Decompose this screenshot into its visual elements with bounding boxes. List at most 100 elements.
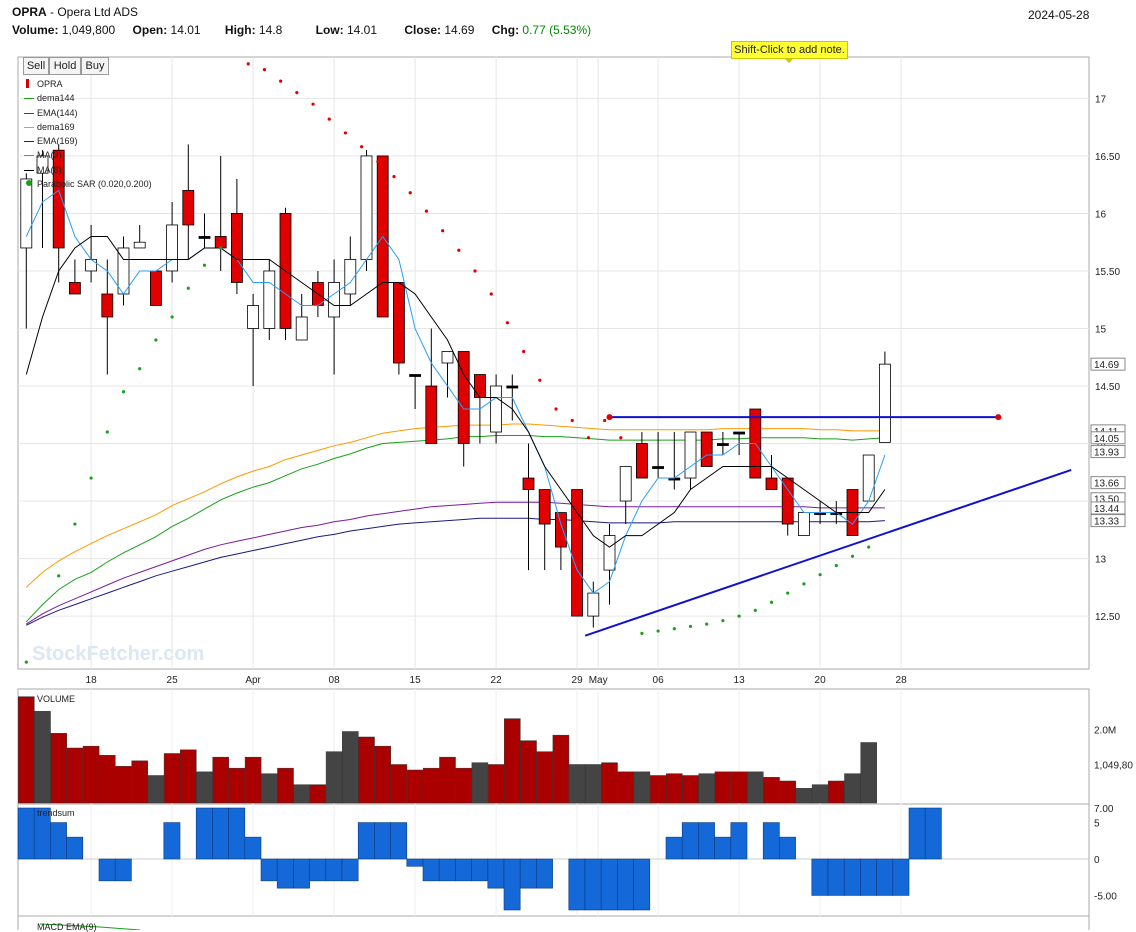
volume-bar: [115, 766, 132, 804]
sar-dot: [343, 131, 348, 135]
volume-bar: [309, 784, 327, 804]
trendsum-bar: [617, 858, 634, 911]
volume-bar: [277, 767, 294, 804]
legend-swatch: [24, 141, 34, 143]
sell-button[interactable]: Sell: [23, 57, 49, 75]
sar-dot: [769, 600, 774, 604]
candle-body: [603, 535, 616, 571]
trendsum-bar: [325, 858, 343, 882]
sar-dot: [586, 436, 591, 440]
candle-body: [700, 431, 713, 467]
price-tag-label: 13.93: [1094, 448, 1119, 459]
volume-axis-label: 2.0M: [1094, 726, 1116, 737]
price-tag-label: 14.69: [1094, 360, 1119, 371]
sar-dot: [105, 430, 109, 434]
sar-dot: [656, 629, 660, 633]
legend-item: EMA(169): [24, 134, 152, 148]
volume-bar: [828, 780, 845, 804]
volume-bar: [34, 711, 51, 804]
volume-bar: [439, 756, 456, 804]
stock-chart[interactable]: 12.501313.501414.501515.501616.50171825A…: [0, 0, 1136, 930]
price-tag-label: 13.66: [1094, 479, 1119, 490]
volume-bar: [601, 762, 618, 804]
date-axis-tick-label: May: [589, 675, 608, 686]
trendsum-bar: [924, 807, 942, 860]
sar-dot: [295, 91, 299, 95]
volume-bar: [131, 760, 148, 804]
sar-dot: [619, 436, 623, 440]
sar-dot: [219, 246, 223, 250]
trendsum-bar: [843, 858, 861, 896]
volume-bar: [374, 745, 391, 804]
volume-bar: [617, 771, 634, 804]
legend-label: MA(8): [37, 164, 62, 175]
candle-body: [555, 512, 567, 548]
candle-body: [587, 592, 600, 617]
volume-bar: [293, 784, 310, 804]
trendsum-bar: [471, 858, 489, 882]
sar-dot: [640, 631, 644, 635]
buy-button[interactable]: Buy: [81, 57, 109, 75]
trendsum-bar: [98, 858, 116, 882]
trendsum-bar: [762, 822, 780, 860]
candle-body: [360, 155, 373, 260]
sar-dot: [570, 418, 574, 423]
sar-dot: [554, 407, 558, 411]
sar-dot: [705, 622, 709, 626]
sar-dot: [360, 145, 364, 149]
trendsum-bar: [66, 836, 84, 860]
date-axis-tick-label: 15: [410, 675, 422, 686]
price-axis-tick-label: 15.50: [1095, 267, 1120, 278]
volume-bar: [423, 767, 440, 804]
candle-body: [214, 236, 227, 249]
legend-swatch: [24, 155, 34, 157]
trendsum-bar: [422, 858, 440, 882]
legend-label: EMA(169): [37, 136, 78, 147]
candle-body: [198, 236, 211, 239]
sar-dot: [441, 229, 445, 233]
candle-body: [85, 259, 97, 272]
trendsum-bar: [212, 807, 229, 860]
candle-body: [506, 385, 519, 389]
candle-body: [230, 213, 243, 283]
legend-swatch: [24, 169, 34, 171]
candle-body: [247, 305, 260, 329]
macd-panel-frame: [17, 915, 1090, 930]
volume-bar: [682, 775, 699, 804]
macd-panel-label: MACD EMA(9): [37, 922, 97, 932]
date-axis-tick-label: 20: [815, 675, 827, 686]
candle-body: [717, 443, 729, 446]
date-axis-tick-label: 06: [653, 675, 665, 686]
watermark: StockFetcher.com: [32, 643, 205, 665]
sar-dot: [457, 248, 461, 252]
candle-body: [879, 363, 891, 443]
legend-item: dema169: [24, 120, 152, 134]
sar-dot: [138, 367, 142, 371]
legend-swatch: [24, 98, 34, 100]
sar-dot: [73, 522, 77, 526]
sar-dot: [753, 608, 757, 612]
trendsum-bar: [17, 807, 35, 860]
sar-dot: [737, 614, 741, 618]
volume-bar: [568, 764, 586, 804]
price-axis-tick-label: 13: [1095, 555, 1107, 566]
candle-body: [684, 431, 697, 479]
legend-swatch: [26, 79, 29, 88]
hold-button[interactable]: Hold: [49, 57, 81, 75]
legend-label: MA(3): [37, 150, 62, 161]
legend-item: OPRA: [24, 77, 152, 91]
add-note-tooltip: Shift-Click to add note.: [731, 41, 848, 63]
legend-swatch: [24, 112, 34, 114]
trendsum-bar: [811, 858, 829, 896]
sar-dot: [311, 102, 315, 106]
trendsum-bar: [665, 836, 683, 860]
sar-dot: [867, 545, 871, 549]
candle-body: [473, 374, 486, 398]
legend-label: dema144: [37, 93, 75, 104]
date-axis-tick-label: 18: [86, 675, 98, 686]
trendsum-bar: [698, 822, 715, 860]
sar-dot: [786, 591, 790, 595]
candle-body: [522, 477, 535, 490]
volume-bar: [763, 777, 780, 804]
trendline-handle: [995, 414, 1002, 421]
